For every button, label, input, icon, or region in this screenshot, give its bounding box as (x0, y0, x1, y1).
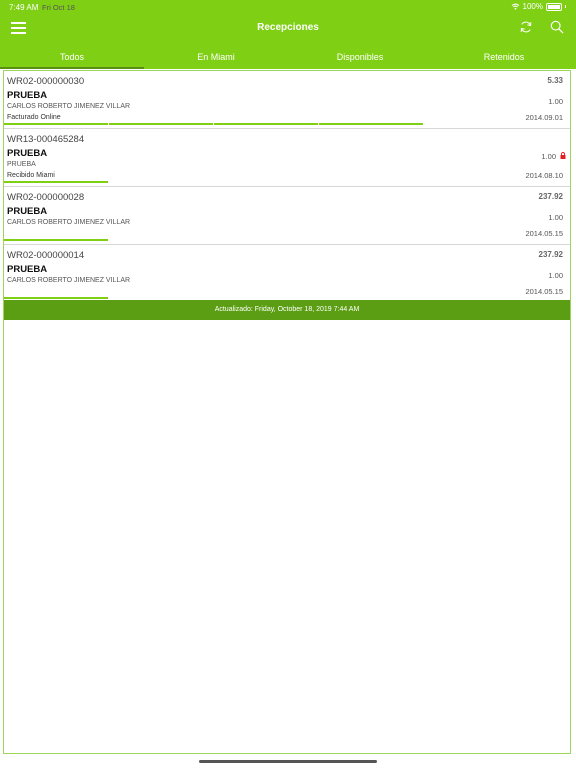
page-title: Recepciones (257, 22, 319, 33)
wr-number: WR13-000465284 (7, 134, 85, 145)
quantity: 1.00 (548, 271, 563, 280)
amount: 237.92 (538, 250, 563, 259)
quantity: 1.00 (548, 213, 563, 222)
last-updated-bar: Actualizado: Friday, October 18, 2019 7:… (4, 300, 570, 320)
client-name: CARLOS ROBERTO JIMENEZ VILLAR (7, 277, 131, 284)
receptions-list: WR02-000000030 PRUEBA CARLOS ROBERTO JIM… (3, 70, 571, 754)
quantity: 1.00 (548, 97, 563, 106)
list-item[interactable]: WR02-000000028 PRUEBA CARLOS ROBERTO JIM… (4, 187, 570, 245)
refresh-icon[interactable] (519, 20, 533, 34)
status-right: 100% (511, 2, 566, 11)
item-name: PRUEBA (7, 206, 48, 217)
tab-retenidos[interactable]: Retenidos (432, 42, 576, 69)
item-name: PRUEBA (7, 148, 48, 159)
status-bar: 7:49 AM Fri Oct 18 100% (0, 0, 576, 14)
list-item[interactable]: WR13-000465284 PRUEBA PRUEBA Recibido Mi… (4, 129, 570, 187)
battery-percent: 100% (522, 2, 543, 11)
search-icon[interactable] (550, 20, 564, 34)
list-item[interactable]: WR02-000000030 PRUEBA CARLOS ROBERTO JIM… (4, 71, 570, 129)
client-name: PRUEBA (7, 161, 36, 168)
nav-bar: Recepciones (0, 14, 576, 42)
date: 2014.08.10 (525, 171, 563, 180)
progress-bar (4, 181, 108, 183)
wr-number: WR02-000000030 (7, 76, 85, 87)
tab-bar: Todos En Miami Disponibles Retenidos (0, 42, 576, 69)
home-indicator[interactable] (199, 760, 377, 763)
battery-icon (546, 2, 562, 11)
status-text: Facturado Online (7, 114, 61, 121)
client-name: CARLOS ROBERTO JIMENEZ VILLAR (7, 103, 131, 110)
list-item[interactable]: WR02-000000014 PRUEBA CARLOS ROBERTO JIM… (4, 245, 570, 303)
wifi-icon (511, 3, 519, 10)
wr-number: WR02-000000014 (7, 250, 85, 261)
status-date: Fri Oct 18 (42, 3, 75, 12)
amount: 5.33 (547, 76, 563, 85)
quantity: 1.00 (541, 152, 556, 161)
amount: 237.92 (538, 192, 563, 201)
item-name: PRUEBA (7, 90, 48, 101)
date: 2014.09.01 (525, 113, 563, 122)
client-name: CARLOS ROBERTO JIMENEZ VILLAR (7, 219, 131, 226)
progress-bar (4, 239, 108, 241)
wr-number: WR02-000000028 (7, 192, 85, 203)
lock-icon (560, 152, 566, 159)
tab-disponibles[interactable]: Disponibles (288, 42, 432, 69)
date: 2014.05.15 (525, 229, 563, 238)
tab-todos[interactable]: Todos (0, 42, 144, 69)
tab-en-miami[interactable]: En Miami (144, 42, 288, 69)
status-text: Recibido Miami (7, 172, 55, 179)
progress-bar (4, 297, 108, 299)
status-time: 7:49 AM (9, 3, 39, 12)
progress-bar (4, 123, 423, 125)
date: 2014.05.15 (525, 287, 563, 296)
item-name: PRUEBA (7, 264, 48, 275)
